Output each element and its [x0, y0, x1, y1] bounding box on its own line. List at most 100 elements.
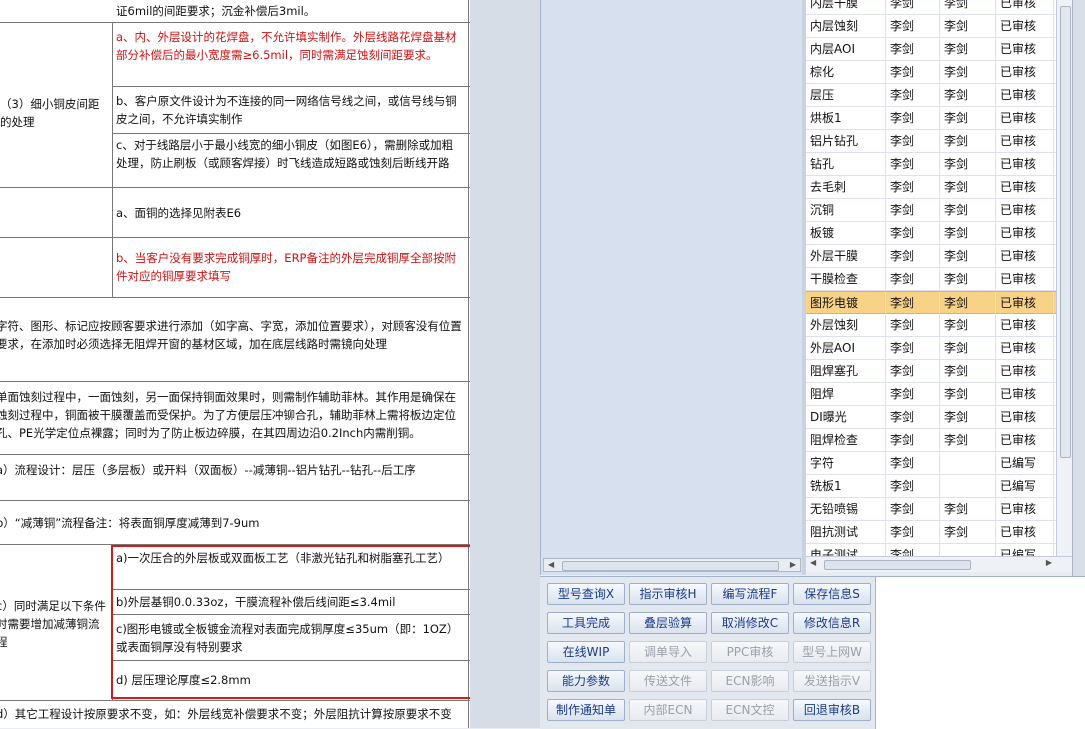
action-button[interactable]: 叠层验算 — [629, 612, 707, 634]
scroll-right-icon[interactable]: ▶ — [1046, 558, 1052, 567]
cell-status: 已编写 — [996, 475, 1054, 497]
cell-reviewer: 李剑 — [940, 268, 996, 290]
action-button[interactable]: 调单导入 — [629, 641, 707, 663]
scroll-left-icon[interactable]: ◀ — [810, 558, 816, 567]
cell-process-name: 外层蚀刻 — [806, 314, 886, 336]
table-row[interactable]: 外层干膜 李剑 李剑 已审核 — [806, 245, 1056, 268]
cell-status: 已审核 — [996, 498, 1054, 520]
scroll-left-icon[interactable]: ◀ — [548, 560, 554, 569]
row-line — [0, 237, 470, 238]
cell-reviewer: 李剑 — [940, 199, 996, 221]
action-button[interactable]: 在线WIP — [547, 641, 625, 663]
action-button[interactable]: 制作通知单 — [547, 699, 625, 721]
cell-editor: 李剑 — [886, 199, 940, 221]
doc-para-flow: a）流程设计：层压（多层板）或开料（双面板）--减薄铜--铝片钻孔--钻孔--后… — [0, 463, 416, 477]
table-row[interactable]: 电子测试 李剑 已编写 — [806, 544, 1056, 556]
table-row[interactable]: 阻抗测试 李剑 李剑 已审核 — [806, 521, 1056, 544]
action-button[interactable]: ECN影响 — [711, 670, 789, 692]
action-button[interactable]: 工具完成 — [547, 612, 625, 634]
table-row[interactable]: DI曝光 李剑 李剑 已审核 — [806, 406, 1056, 429]
action-button[interactable]: 传送文件 — [629, 670, 707, 692]
table-row[interactable]: 外层蚀刻 李剑 李剑 已审核 — [806, 314, 1056, 337]
cell-reviewer: 李剑 — [940, 130, 996, 152]
cell-status: 已审核 — [996, 61, 1054, 83]
table-row[interactable]: 外层AOI 李剑 李剑 已审核 — [806, 337, 1056, 360]
doc-copper-a: a、面铜的选择见附表E6 — [116, 206, 242, 220]
cell-process-name: 沉铜 — [806, 199, 886, 221]
action-button[interactable]: ECN文控 — [711, 699, 789, 721]
cell-process-name: 层压 — [806, 84, 886, 106]
cell-editor: 李剑 — [886, 153, 940, 175]
table-row[interactable]: 内层干膜 李剑 李剑 已审核 — [806, 0, 1056, 15]
cell-reviewer: 李剑 — [940, 429, 996, 451]
action-button[interactable]: 取消修改C — [711, 612, 789, 634]
cell-status: 已审核 — [996, 176, 1054, 198]
cell-editor: 李剑 — [886, 314, 940, 336]
document-pane[interactable]: 证6mil的间距要求；沉金补偿后3mil。 （3）细小铜皮间距 的处理 a、内、… — [0, 0, 470, 728]
cell-editor: 李剑 — [886, 292, 940, 314]
table-row[interactable]: 无铅喷锡 李剑 李剑 已审核 — [806, 498, 1056, 521]
cell-status: 已审核 — [996, 314, 1054, 336]
action-button[interactable]: 编写流程F — [711, 583, 789, 605]
cell-reviewer: 李剑 — [940, 176, 996, 198]
cell-reviewer: 李剑 — [940, 153, 996, 175]
action-button[interactable]: 修改信息R — [793, 612, 871, 634]
cell-reviewer — [940, 452, 996, 474]
table-row[interactable]: 干膜检查 李剑 李剑 已审核 — [806, 268, 1056, 291]
table-vscrollbar[interactable] — [1056, 0, 1073, 556]
cell-process-name: 阻焊检查 — [806, 429, 886, 451]
table-row[interactable]: 阻焊 李剑 李剑 已审核 — [806, 383, 1056, 406]
table-row[interactable]: 棕化 李剑 李剑 已审核 — [806, 61, 1056, 84]
scroll-thumb[interactable] — [1060, 6, 1071, 458]
cell-reviewer: 李剑 — [940, 406, 996, 428]
cell-status: 已审核 — [996, 245, 1054, 267]
table-row[interactable]: 板镀 李剑 李剑 已审核 — [806, 222, 1056, 245]
cell-status: 已审核 — [996, 360, 1054, 382]
scroll-thumb[interactable] — [562, 561, 779, 571]
button-panel: 型号查询X 指示审核H 编写流程F 保存信息S 工具完成 叠层验算 取消修改C 修改信息R 在线… — [540, 576, 875, 729]
cell-editor: 李剑 — [886, 222, 940, 244]
cell-status: 已审核 — [996, 0, 1054, 14]
table-row[interactable]: 内层AOI 李剑 李剑 已审核 — [806, 38, 1056, 61]
middle-hscrollbar[interactable]: ◀ ▶ — [543, 558, 801, 572]
cell-editor: 李剑 — [886, 176, 940, 198]
table-row[interactable]: 层压 李剑 李剑 已审核 — [806, 84, 1056, 107]
action-button[interactable]: 能力参数 — [547, 670, 625, 692]
table-row[interactable]: 阻焊检查 李剑 李剑 已审核 — [806, 429, 1056, 452]
table-row[interactable]: 阻焊塞孔 李剑 李剑 已审核 — [806, 360, 1056, 383]
action-button[interactable]: 型号查询X — [547, 583, 625, 605]
doc-item3-c: c、对于线路层小于最小线宽的细小铜皮（如图E6），需删除或加粗处理，防止刷板（或… — [116, 138, 454, 170]
cell-status: 已审核 — [996, 15, 1054, 37]
table-row[interactable]: 沉铜 李剑 李剑 已审核 — [806, 199, 1056, 222]
row-line — [0, 700, 470, 701]
action-button[interactable]: PPC审核 — [711, 641, 789, 663]
table-row[interactable]: 内层蚀刻 李剑 李剑 已审核 — [806, 15, 1056, 38]
table-row[interactable]: 铝片钻孔 李剑 李剑 已审核 — [806, 130, 1056, 153]
action-button[interactable]: 内部ECN — [629, 699, 707, 721]
table-row[interactable]: 去毛刺 李剑 李剑 已审核 — [806, 176, 1056, 199]
cell-process-name: 无铅喷锡 — [806, 498, 886, 520]
scroll-thumb[interactable] — [824, 560, 971, 570]
table-row[interactable]: 图形电镀 李剑 李剑 已审核 — [806, 291, 1056, 314]
table-row[interactable]: 钻孔 李剑 李剑 已审核 — [806, 153, 1056, 176]
cell-reviewer: 李剑 — [940, 84, 996, 106]
doc-row-spacing: 证6mil的间距要求；沉金补偿后3mil。 — [116, 4, 316, 18]
action-button[interactable]: 回退审核B — [793, 699, 871, 721]
cell-status: 已审核 — [996, 292, 1054, 314]
action-button[interactable]: 保存信息S — [793, 583, 871, 605]
cell-reviewer: 李剑 — [940, 245, 996, 267]
table-hscrollbar[interactable]: ◀ ▶ — [806, 556, 1072, 572]
cell-process-name: 阻焊塞孔 — [806, 360, 886, 382]
table-row[interactable]: 铣板1 李剑 已编写 — [806, 475, 1056, 498]
cell-editor: 李剑 — [886, 61, 940, 83]
table-row[interactable]: 烘板1 李剑 李剑 已审核 — [806, 107, 1056, 130]
process-table[interactable]: 内层干膜 李剑 李剑 已审核 内层蚀刻 李剑 李剑 已审核 内层AOI 李剑 李剑 已审核 棕化 李剑 李剑… — [806, 0, 1056, 556]
action-button[interactable]: 指示审核H — [629, 583, 707, 605]
cell-status: 已审核 — [996, 222, 1054, 244]
scroll-right-icon[interactable]: ▶ — [790, 560, 796, 569]
action-button[interactable]: 型号上网W — [793, 641, 871, 663]
cell-reviewer: 李剑 — [940, 383, 996, 405]
doc-item3-b: b、客户原文件设计为不连接的同一网络信号线之间，或信号线与铜皮之间，不允许填实制… — [116, 94, 457, 126]
table-row[interactable]: 字符 李剑 已编写 — [806, 452, 1056, 475]
action-button[interactable]: 发送指示V — [793, 670, 871, 692]
